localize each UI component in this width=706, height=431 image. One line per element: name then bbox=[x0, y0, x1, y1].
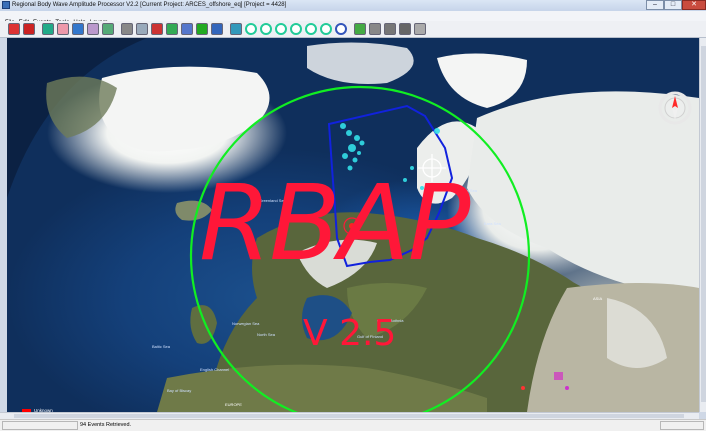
key-icon[interactable] bbox=[87, 23, 99, 35]
circle-a-icon[interactable] bbox=[245, 23, 257, 35]
check-icon[interactable] bbox=[230, 23, 242, 35]
horizontal-scrollbar[interactable] bbox=[0, 412, 699, 419]
map-label-english-channel: English Channel bbox=[200, 367, 230, 372]
x-icon[interactable] bbox=[414, 23, 426, 35]
table-icon[interactable] bbox=[399, 23, 411, 35]
monitor-icon[interactable] bbox=[72, 23, 84, 35]
map-view[interactable]: Greenland Sea Barents Sea Norwegian Sea … bbox=[7, 38, 699, 412]
menu-bar: FileEditEventsToolsHelpLayers bbox=[0, 11, 706, 26]
status-text: 94 Events Retrieved. bbox=[80, 422, 132, 428]
refresh-icon[interactable] bbox=[42, 23, 54, 35]
stations-icon[interactable] bbox=[166, 23, 178, 35]
circle-e-icon[interactable] bbox=[305, 23, 317, 35]
map-label-norwegian-sea: Norwegian Sea bbox=[232, 321, 260, 326]
circle-g-icon[interactable] bbox=[335, 23, 347, 35]
circle-f-icon[interactable] bbox=[320, 23, 332, 35]
export-icon[interactable] bbox=[354, 23, 366, 35]
maximize-button[interactable]: □ bbox=[664, 0, 682, 10]
notes-icon[interactable] bbox=[384, 23, 396, 35]
status-bar: 94 Events Retrieved. bbox=[0, 419, 706, 431]
zoom-icon[interactable] bbox=[121, 23, 133, 35]
horizontal-scroll-thumb[interactable] bbox=[14, 414, 684, 418]
power-icon[interactable] bbox=[8, 23, 20, 35]
map-label-kara-sea: Kara Sea bbox=[484, 221, 501, 226]
status-pane-left bbox=[2, 421, 78, 430]
plug-icon[interactable] bbox=[57, 23, 69, 35]
toolbar bbox=[0, 21, 706, 38]
rbap-title: RBAP bbox=[199, 162, 470, 284]
p-icon[interactable] bbox=[23, 23, 35, 35]
map-icon[interactable] bbox=[102, 23, 114, 35]
map-label-baltic-sea: Baltic Sea bbox=[152, 344, 171, 349]
mm-icon[interactable] bbox=[151, 23, 163, 35]
circle-d-icon[interactable] bbox=[290, 23, 302, 35]
close-button[interactable]: ✕ bbox=[682, 0, 706, 10]
status-pane-right bbox=[660, 421, 704, 430]
grid-icon[interactable] bbox=[136, 23, 148, 35]
circle-c-icon[interactable] bbox=[275, 23, 287, 35]
lines-icon[interactable] bbox=[181, 23, 193, 35]
traffic-light-icon[interactable] bbox=[196, 23, 208, 35]
globe-icon[interactable] bbox=[211, 23, 223, 35]
map-label-asia: ASIA bbox=[593, 296, 603, 301]
minimize-button[interactable]: – bbox=[646, 0, 664, 10]
map-label-north-sea: North Sea bbox=[257, 332, 276, 337]
compass-icon[interactable] bbox=[657, 90, 693, 126]
map-label-bay-of-biscay: Bay of Biscay bbox=[167, 388, 192, 393]
version-label: V 2.5 bbox=[303, 313, 397, 354]
app-icon bbox=[2, 1, 10, 9]
vertical-scrollbar[interactable] bbox=[699, 38, 706, 412]
window-title: Regional Body Wave Amplitude Processor V… bbox=[12, 2, 287, 8]
map-label-europe: EUROPE bbox=[225, 402, 242, 407]
circle-b-icon[interactable] bbox=[260, 23, 272, 35]
document-icon[interactable] bbox=[369, 23, 381, 35]
vertical-scroll-thumb[interactable] bbox=[701, 46, 706, 402]
